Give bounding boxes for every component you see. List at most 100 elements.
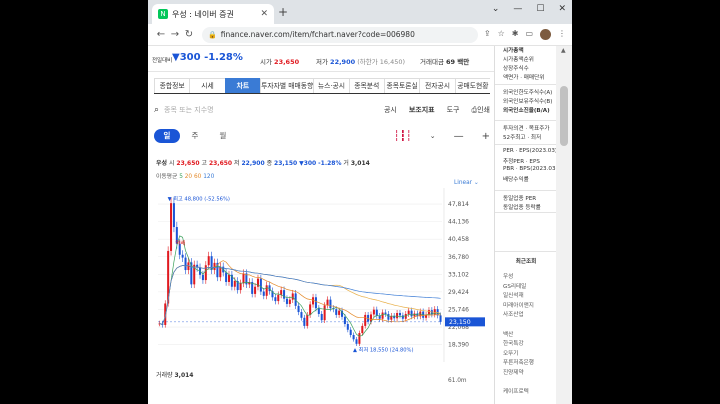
candle-body (326, 299, 329, 306)
recent-item[interactable]: 한국특강 (503, 339, 524, 347)
forward-icon[interactable]: → (168, 29, 182, 40)
candle-body (254, 286, 257, 294)
new-tab-icon[interactable]: + (278, 5, 288, 19)
period-selector: 일 주 월 ┆┇┆ ⌄ — + (154, 128, 490, 144)
candle-body (338, 310, 341, 315)
candle-body (204, 265, 207, 281)
tab-0[interactable]: 종합정보 (154, 78, 190, 93)
period-week[interactable]: 주 (182, 129, 208, 143)
recent-item[interactable]: 사조산업 (503, 310, 524, 318)
recent-item[interactable]: 진양제약 (503, 368, 524, 376)
search-input[interactable]: 종목 또는 지수명 (164, 105, 214, 115)
indicator-link[interactable]: 보조지표 (409, 105, 435, 115)
candle-body (343, 316, 346, 324)
close-tab-icon[interactable]: ✕ (260, 9, 268, 19)
candle-body (407, 310, 410, 314)
tab-6[interactable]: 종목토론실 (383, 78, 420, 93)
y-tick-label: 44,136 (448, 219, 469, 226)
tab-strip: N 우성 : 네이버 증권 ✕ + ⌄ — ☐ ✕ (148, 0, 572, 24)
share-icon[interactable]: ⇪ (484, 29, 491, 40)
ma20-line (159, 260, 441, 325)
info-item: 동일업종 등락률 (503, 205, 541, 211)
reload-icon[interactable]: ↻ (182, 29, 196, 40)
scroll-thumb[interactable] (560, 86, 568, 146)
window-controls: ⌄ — ☐ ✕ (492, 4, 566, 14)
period-month[interactable]: 월 (210, 129, 236, 143)
panel-divider (495, 251, 557, 252)
chevron-down-icon[interactable]: ⌄ (492, 4, 500, 14)
page-content: 전일대비 ▼300 -1.28% 시가 23,650 저가 22,900 (하한… (148, 46, 572, 404)
tab-1[interactable]: 시세 (189, 78, 225, 93)
recent-item[interactable]: 백산 (503, 330, 513, 338)
info-item: 액면가 · 매매단위 (503, 75, 545, 81)
close-icon[interactable]: ✕ (558, 4, 566, 14)
extensions-icon[interactable]: ✱ (512, 29, 519, 40)
candle-body (277, 294, 280, 302)
candle-body (283, 290, 286, 299)
info-item: PER · EPS(2023.03) (503, 148, 558, 154)
menu-icon[interactable]: ⋮ (558, 29, 566, 40)
chevron-down-icon[interactable]: ⌄ (430, 132, 436, 140)
candle-body (358, 333, 361, 344)
star-icon[interactable]: ☆ (498, 29, 505, 40)
recent-item[interactable]: 케이프로텍 (503, 387, 529, 395)
candle-body (233, 281, 236, 287)
tab-7[interactable]: 전자공시 (419, 78, 455, 93)
recent-item[interactable]: GS리테일 (503, 282, 526, 290)
recent-item[interactable]: 우성 (503, 272, 513, 280)
minimize-icon[interactable]: — (513, 4, 522, 14)
recent-item[interactable]: 일신석재 (503, 291, 524, 299)
disclosure-link[interactable]: 공시 (384, 105, 397, 115)
candle-body (274, 297, 277, 302)
url-text: finance.naver.com/item/fchart.naver?code… (220, 30, 415, 39)
candle-body (170, 203, 173, 251)
back-icon[interactable]: ← (154, 29, 168, 40)
search-icon[interactable]: ⌕ (154, 105, 159, 115)
y-tick-label: 25,746 (448, 306, 469, 313)
candle-body (329, 299, 332, 309)
ma-signal-label: 역배 (175, 239, 185, 247)
avatar[interactable] (540, 29, 551, 40)
info-item: 추정PER · EPS (503, 159, 540, 165)
period-day[interactable]: 일 (154, 129, 180, 143)
scrollbar[interactable]: ▲ (556, 46, 572, 404)
candle-body (309, 304, 312, 315)
recent-item[interactable]: 푸른저축은행 (503, 358, 534, 366)
y-tick-label: 47,814 (448, 201, 469, 208)
candle-body (225, 272, 228, 282)
candle-body (404, 313, 407, 319)
open-price: 시가 23,650 (260, 58, 300, 66)
zoom-in-icon[interactable]: + (482, 131, 490, 142)
candle-body (364, 314, 367, 326)
moving-average-legend: 이동평균 5 20 60 120 (156, 174, 215, 180)
scale-selector[interactable]: Linear ⌄ (454, 180, 479, 186)
candle-body (314, 297, 317, 309)
address-bar[interactable]: 🔒 finance.naver.com/item/fchart.naver?co… (202, 26, 478, 43)
scroll-up-icon[interactable]: ▲ (561, 47, 566, 54)
sidepanel-icon[interactable]: ▭ (525, 29, 533, 40)
info-item: 외국인보유주식수(B) (503, 99, 553, 105)
maximize-icon[interactable]: ☐ (536, 4, 544, 14)
candle-body (323, 305, 326, 321)
print-link[interactable]: ⎙인쇄 (472, 105, 491, 115)
candle-body (184, 257, 187, 271)
min-price-label: ▲ 최저 18,550 (24.80%) (353, 346, 413, 354)
tab-5[interactable]: 종목분석 (348, 78, 384, 93)
recent-item[interactable]: 미래아이앤지 (503, 301, 534, 309)
y-tick-label: 33,102 (448, 271, 469, 278)
tab-3[interactable]: 투자자별 매매동향 (260, 78, 314, 93)
tab-2[interactable]: 차트 (224, 78, 261, 93)
tab-8[interactable]: 공매도현황 (454, 78, 491, 93)
recent-item[interactable]: 오뚜기 (503, 349, 518, 357)
max-price-label: ▼ 최고 48,800 (-52.56%) (168, 194, 230, 202)
y-tick-label: 18,390 (448, 342, 469, 349)
price-change: ▼300 -1.28% (172, 52, 243, 63)
browser-tab[interactable]: N 우성 : 네이버 증권 ✕ (152, 4, 274, 24)
candle-type-icon[interactable]: ┆┇┆ (394, 131, 412, 142)
tab-4[interactable]: 뉴스·공시 (313, 78, 349, 93)
zoom-out-icon[interactable]: — (454, 131, 464, 142)
panel-divider (495, 120, 557, 121)
price-chart[interactable]: 47,814 44,136 40,458 36,780 33,102 29,424 25,7… (148, 188, 494, 366)
info-item: 외국인소진율(B/A) (503, 108, 550, 114)
tools-link[interactable]: 도구 (447, 105, 460, 115)
